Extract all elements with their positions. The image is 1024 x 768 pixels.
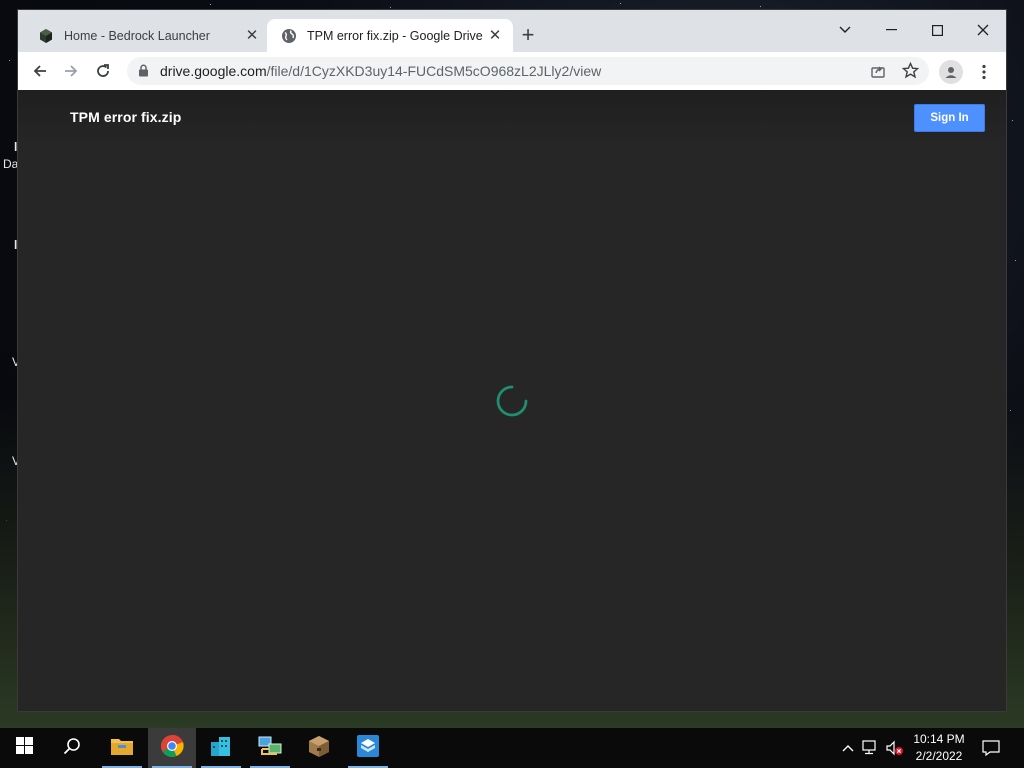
forward-button[interactable] bbox=[56, 56, 86, 86]
file-explorer-icon bbox=[110, 736, 134, 761]
volume-muted-icon[interactable] bbox=[885, 738, 905, 758]
tab-title: Home - Bedrock Launcher bbox=[64, 28, 210, 43]
profile-avatar-icon[interactable] bbox=[939, 60, 963, 84]
network-computers-icon bbox=[257, 734, 283, 763]
tab-bedrock-launcher[interactable]: Home - Bedrock Launcher ✕ bbox=[24, 19, 270, 52]
start-icon bbox=[15, 737, 33, 759]
url-host: drive.google.com bbox=[160, 63, 267, 79]
clock-time: 10:14 PM bbox=[913, 732, 965, 746]
package-icon bbox=[307, 734, 331, 763]
clock-date: 2/2/2022 bbox=[915, 749, 963, 763]
drive-preview-page: TPM error fix.zip Sign In bbox=[18, 90, 1006, 711]
desktop-icon-label[interactable]: l bbox=[14, 140, 17, 154]
close-tab-icon[interactable]: ✕ bbox=[244, 27, 260, 44]
search-button[interactable] bbox=[48, 728, 96, 768]
bookmark-star-icon[interactable] bbox=[901, 61, 920, 84]
taskbar: 10:14 PM 2/2/2022 bbox=[0, 728, 1024, 768]
notification-center-icon[interactable] bbox=[980, 737, 1002, 759]
lock-icon[interactable] bbox=[138, 64, 149, 82]
share-icon[interactable] bbox=[870, 63, 886, 84]
tab-search-chevron-icon[interactable] bbox=[822, 16, 868, 44]
taskbar-chrome[interactable] bbox=[148, 728, 196, 768]
search-icon bbox=[63, 737, 81, 760]
maximize-button[interactable] bbox=[914, 16, 960, 44]
box-app-icon bbox=[356, 734, 380, 763]
taskbar-package-app[interactable] bbox=[295, 728, 343, 768]
network-icon[interactable] bbox=[861, 738, 881, 758]
drive-header: TPM error fix.zip Sign In bbox=[18, 90, 1006, 146]
back-button[interactable] bbox=[25, 56, 55, 86]
url-text: drive.google.com/file/d/1CyzXKD3uy14-FUC… bbox=[160, 63, 601, 79]
globe-icon bbox=[281, 28, 297, 44]
file-title: TPM error fix.zip bbox=[70, 109, 182, 125]
buildings-icon bbox=[209, 734, 233, 763]
system-clock[interactable]: 10:14 PM 2/2/2022 bbox=[906, 731, 972, 765]
loading-spinner-icon bbox=[496, 385, 528, 417]
desktop-icon-label[interactable]: l bbox=[14, 238, 17, 252]
browser-toolbar: drive.google.com/file/d/1CyzXKD3uy14-FUC… bbox=[18, 52, 1006, 90]
start-button[interactable] bbox=[0, 728, 48, 768]
browser-window: Home - Bedrock Launcher ✕ TPM error fix.… bbox=[18, 10, 1006, 711]
close-tab-icon[interactable]: ✕ bbox=[487, 27, 503, 44]
new-tab-button[interactable]: + bbox=[516, 23, 540, 47]
sign-in-button[interactable]: Sign In bbox=[914, 104, 985, 132]
taskbar-buildings-app[interactable] bbox=[197, 728, 245, 768]
browser-menu-icon[interactable] bbox=[976, 60, 992, 84]
taskbar-box-app[interactable] bbox=[344, 728, 392, 768]
bedrock-cube-icon bbox=[38, 28, 54, 44]
url-path: /file/d/1CyzXKD3uy14-FUCdSM5cO968zL2JLly… bbox=[266, 63, 602, 79]
tab-google-drive[interactable]: TPM error fix.zip - Google Drive ✕ bbox=[267, 19, 513, 52]
desktop-icon-label[interactable]: Da bbox=[3, 157, 18, 171]
reload-button[interactable] bbox=[88, 56, 118, 86]
taskbar-file-explorer[interactable] bbox=[98, 728, 146, 768]
tab-title: TPM error fix.zip - Google Drive bbox=[307, 28, 483, 43]
minimize-button[interactable] bbox=[868, 16, 914, 44]
close-window-button[interactable] bbox=[960, 16, 1006, 44]
tab-strip: Home - Bedrock Launcher ✕ TPM error fix.… bbox=[18, 10, 1006, 52]
address-bar[interactable]: drive.google.com/file/d/1CyzXKD3uy14-FUC… bbox=[127, 57, 929, 85]
taskbar-network-app[interactable] bbox=[246, 728, 294, 768]
chrome-icon bbox=[160, 734, 184, 763]
show-hidden-icons-chevron-icon[interactable] bbox=[838, 738, 858, 758]
